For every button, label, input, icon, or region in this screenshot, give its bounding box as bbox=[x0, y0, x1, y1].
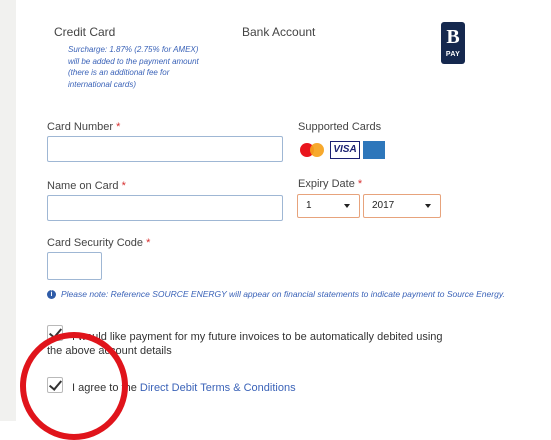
mastercard-icon bbox=[299, 141, 327, 159]
surcharge-line: (there is an additional fee for bbox=[68, 68, 170, 77]
expiry-year-value: 2017 bbox=[372, 200, 395, 211]
left-border bbox=[0, 0, 16, 421]
surcharge-line: Surcharge: 1.87% (2.75% for AMEX) bbox=[68, 45, 199, 54]
supported-cards-label: Supported Cards bbox=[298, 121, 382, 133]
expiry-date-label: Expiry Date * bbox=[298, 178, 363, 190]
bpay-logo-mark: B bbox=[446, 26, 460, 48]
supported-cards-logos: VISA bbox=[299, 141, 385, 159]
expiry-month-select[interactable]: 1 bbox=[297, 194, 360, 218]
name-on-card-input[interactable] bbox=[47, 195, 283, 221]
info-icon: i bbox=[47, 289, 56, 299]
surcharge-line: will be added to the payment amount bbox=[68, 56, 199, 66]
expiry-year-select[interactable]: 2017 bbox=[363, 194, 441, 218]
annotation-circle bbox=[20, 332, 128, 440]
expiry-month-value: 1 bbox=[306, 200, 312, 211]
required-mark: * bbox=[357, 178, 363, 190]
required-mark: * bbox=[116, 121, 121, 133]
bpay-logo: B PAY bbox=[441, 22, 465, 64]
surcharge-note: Surcharge: 1.87% (2.75% for AMEX) will b… bbox=[68, 44, 228, 90]
required-mark: * bbox=[146, 237, 151, 249]
amex-icon bbox=[363, 141, 385, 159]
reference-note-text: Please note: Reference SOURCE ENERGY wil… bbox=[61, 289, 505, 299]
card-number-label: Card Number * bbox=[47, 121, 121, 133]
required-mark: * bbox=[121, 180, 126, 192]
name-on-card-label: Name on Card * bbox=[47, 180, 126, 192]
security-code-label: Card Security Code * bbox=[47, 237, 151, 249]
tab-bank-account[interactable]: Bank Account bbox=[242, 25, 315, 39]
bpay-logo-text: PAY bbox=[445, 51, 461, 58]
card-number-input[interactable] bbox=[47, 136, 283, 162]
tab-credit-card[interactable]: Credit Card bbox=[54, 25, 115, 39]
visa-icon: VISA bbox=[330, 141, 360, 159]
security-code-input[interactable] bbox=[47, 252, 102, 280]
reference-note: i Please note: Reference SOURCE ENERGY w… bbox=[47, 289, 505, 299]
terms-link[interactable]: Direct Debit Terms & Conditions bbox=[140, 382, 296, 394]
chevron-down-icon bbox=[425, 204, 431, 208]
surcharge-line: international cards) bbox=[68, 79, 137, 89]
auto-debit-line1: I would like payment for my future invoi… bbox=[72, 331, 443, 343]
chevron-down-icon bbox=[344, 204, 350, 208]
